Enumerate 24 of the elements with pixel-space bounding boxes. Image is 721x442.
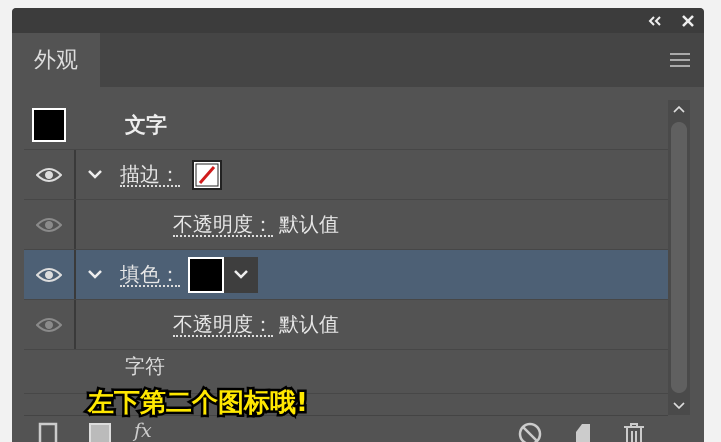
chevron-icon: [234, 270, 248, 279]
collapse-icon[interactable]: [648, 16, 662, 26]
group-label: 字符: [125, 356, 165, 376]
attribute-label[interactable]: 描边：: [120, 162, 180, 186]
chevron-icon[interactable]: [88, 170, 102, 179]
fill-swatch[interactable]: [188, 256, 224, 292]
swatch-dropdown[interactable]: [224, 256, 258, 292]
opacity-label[interactable]: 不透明度：: [173, 312, 273, 336]
scrollbar[interactable]: [668, 100, 690, 415]
close-icon[interactable]: [682, 14, 694, 26]
chevron-icon[interactable]: [88, 270, 102, 279]
attribute-label[interactable]: 填色：: [120, 262, 180, 286]
effects-button[interactable]: fx: [134, 422, 152, 441]
opacity-value: 默认值: [279, 211, 339, 238]
menu-icon[interactable]: [670, 53, 690, 67]
opacity-value: 默认值: [279, 311, 339, 338]
opacity-label[interactable]: 不透明度：: [173, 212, 273, 236]
caption: 左下第二个图标哦!: [88, 390, 308, 416]
trash-icon[interactable]: [622, 422, 646, 442]
object-thumbnail: [32, 108, 66, 142]
object-label: 文字: [125, 112, 167, 138]
clear-icon[interactable]: [518, 422, 542, 442]
none-swatch[interactable]: [192, 160, 222, 190]
panel-tab[interactable]: 外观: [12, 33, 100, 87]
